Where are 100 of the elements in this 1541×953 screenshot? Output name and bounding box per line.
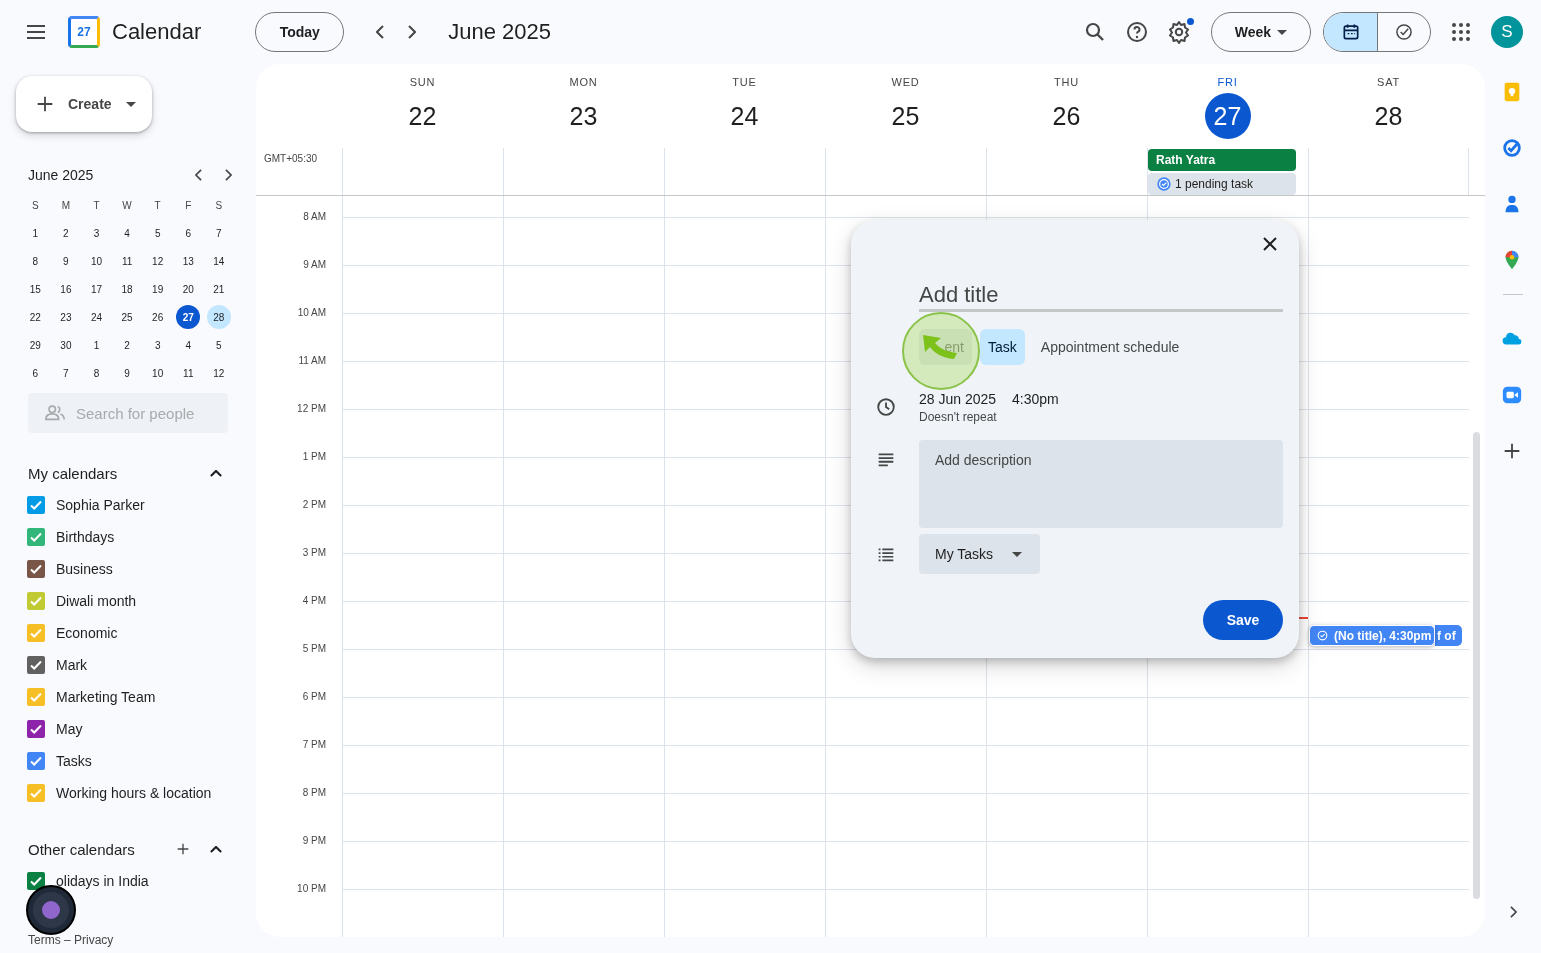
mini-calendar-day[interactable]: 26 [145,305,170,329]
mini-calendar-day[interactable]: 16 [53,277,78,301]
pending-tasks-chip[interactable]: 1 pending task [1148,173,1296,195]
date-button[interactable]: 28 Jun 2025 [919,391,997,407]
time-button[interactable]: 4:30pm [1012,391,1059,407]
calendar-name: Marketing Team [56,689,156,705]
type-tab[interactable]: Task [980,329,1025,365]
mini-calendar-day[interactable]: 24 [84,305,109,329]
event-chip[interactable]: f of [1435,625,1462,646]
pending-tasks-label: 1 pending task [1175,177,1254,191]
type-tab[interactable]: Appointment schedule [1032,329,1188,365]
calendar-name: Diwali month [56,593,137,609]
calendar-name: Working hours & location [56,785,212,801]
mini-calendar-day[interactable]: 5 [206,333,231,357]
mini-calendar-day[interactable]: 18 [115,277,140,301]
mini-calendar-day[interactable]: 6 [23,361,48,385]
day-number[interactable]: 26 [1043,93,1090,139]
account-avatar[interactable]: S [1491,16,1523,48]
mini-calendar-day[interactable]: 27 [176,305,201,329]
mini-calendar-day[interactable]: 2 [115,333,140,357]
hour-label: 5 PM [301,643,327,654]
mini-calendar-day[interactable]: 25 [115,305,140,329]
mini-calendar-day[interactable]: 8 [23,249,48,273]
mini-calendar-day[interactable]: 23 [53,305,78,329]
app-name: Calendar [112,19,202,45]
mini-calendar-day[interactable]: 13 [176,249,201,273]
section-title: Other calendars [28,840,136,858]
mini-calendar-day[interactable]: 7 [206,221,231,245]
day-number[interactable]: 23 [560,93,607,139]
calendar-name: Sophia Parker [56,497,145,513]
footer-links[interactable]: Terms – Privacy [28,933,114,947]
mini-calendar-day[interactable]: 11 [176,361,201,385]
task-list-dropdown[interactable]: My Tasks [919,534,1040,574]
mini-calendar-day[interactable]: 1 [84,333,109,357]
mini-calendar-day[interactable]: 12 [206,361,231,385]
day-number[interactable]: 27 [1204,93,1251,139]
mini-calendar-day[interactable]: 21 [206,277,231,301]
mini-calendar-day[interactable]: 5 [145,221,170,245]
day-number[interactable]: 24 [721,93,768,139]
weekday-label: T [93,199,100,211]
calendar-name: Economic [56,625,118,641]
mini-calendar-day[interactable]: 9 [53,249,78,273]
all-day-slot[interactable]: Rath Yatra 1 pending task [1147,148,1308,195]
mini-calendar-day[interactable]: 28 [206,305,231,329]
mini-calendar-day[interactable]: 10 [84,249,109,273]
day-number[interactable]: 25 [882,93,929,139]
weekday-label: W [122,199,132,211]
day-number[interactable]: 22 [399,93,446,139]
mini-calendar-day[interactable]: 12 [145,249,170,273]
mini-calendar-day[interactable]: 29 [23,333,48,357]
weekday-label: TUE [732,76,757,88]
weekday-label: THU [1054,76,1079,88]
title-field[interactable]: Add title [919,280,1283,312]
mini-calendar-day[interactable]: 9 [115,361,140,385]
description-field[interactable]: Add description [919,440,1283,528]
mini-calendar-day[interactable]: 19 [145,277,170,301]
hour-label: 11 AM [297,355,327,366]
calendar-name: Tasks [56,753,92,769]
hour-label: 3 PM [301,547,327,558]
calendar-name: Business [56,561,113,577]
all-day-event[interactable]: Rath Yatra [1148,149,1296,171]
mini-calendar-day[interactable]: 4 [176,333,201,357]
hour-label: 4 PM [301,595,327,606]
hour-label: 1 PM [301,451,327,462]
weekday-label: S [215,199,223,211]
weekday-label: M [61,199,71,211]
day-number[interactable]: 28 [1365,93,1412,139]
section-title: My calendars [28,464,119,482]
hour-label: 8 AM [302,211,327,222]
mini-calendar-day[interactable]: 10 [145,361,170,385]
mini-calendar-day[interactable]: 17 [84,277,109,301]
mini-calendar-day[interactable]: 14 [206,249,231,273]
mini-calendar-day[interactable]: 8 [84,361,109,385]
hour-label: 9 PM [301,835,327,846]
period-title: June 2025 [448,19,552,45]
hour-label: 6 PM [301,691,327,702]
repeat-button[interactable]: Doesn't repeat [919,410,997,424]
create-button[interactable]: Create [16,76,152,132]
calendar-name: May [56,721,83,737]
mini-calendar-day[interactable]: 22 [23,305,48,329]
mini-calendar-day[interactable]: 3 [84,221,109,245]
mini-calendar-day[interactable]: 15 [23,277,48,301]
hour-label: 7 PM [301,739,327,750]
mini-calendar-day[interactable]: 4 [115,221,140,245]
hour-label: 2 PM [301,499,327,510]
weekday-label: F [185,199,192,211]
mini-calendar-day[interactable]: 6 [176,221,201,245]
task-chip[interactable]: (No title), 4:30pm [1309,625,1435,646]
mini-calendar-day[interactable]: 3 [145,333,170,357]
mini-calendar-day[interactable]: 20 [176,277,201,301]
mini-calendar-day[interactable]: 11 [115,249,140,273]
timezone-label: GMT+05:30 [263,152,319,166]
mini-calendar-title: June 2025 [28,167,95,183]
calendar-name: Birthdays [56,529,115,545]
save-button[interactable]: Save [1203,600,1283,640]
people-search-field[interactable]: Search for people [28,393,228,433]
mini-calendar-day[interactable]: 1 [23,221,48,245]
mini-calendar-day[interactable]: 2 [53,221,78,245]
mini-calendar-day[interactable]: 30 [53,333,78,357]
mini-calendar-day[interactable]: 7 [53,361,78,385]
